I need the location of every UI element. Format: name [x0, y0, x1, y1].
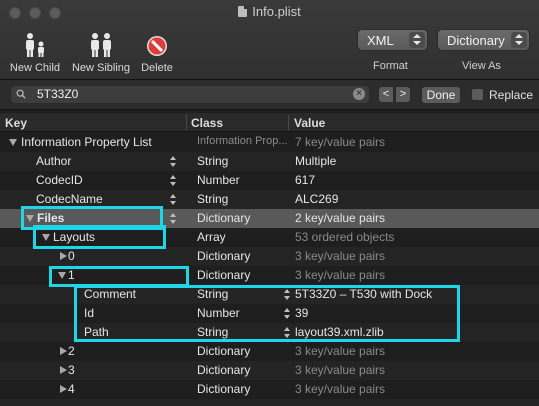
- table-row[interactable]: Layouts Array 53 ordered objects: [0, 228, 539, 247]
- document-icon: [238, 6, 248, 17]
- class-stepper-icon[interactable]: [169, 193, 178, 206]
- find-previous-button[interactable]: <: [378, 86, 394, 103]
- disclosure-expanded-icon[interactable]: [26, 215, 34, 222]
- chevron-updown-icon: [511, 32, 527, 48]
- disclosure-collapsed-icon[interactable]: [60, 252, 67, 260]
- table-row-selected[interactable]: Files Dictionary 2 key/value pairs: [0, 209, 539, 228]
- table-row[interactable]: CodecID Number 617: [0, 171, 539, 190]
- replace-label: Replace: [489, 88, 534, 102]
- view-as-select[interactable]: Dictionary: [437, 29, 530, 51]
- format-select[interactable]: XML: [357, 29, 428, 51]
- delete-button[interactable]: Delete: [138, 30, 176, 74]
- column-divider[interactable]: [186, 115, 187, 130]
- column-value[interactable]: Value: [294, 116, 325, 130]
- search-icon: [16, 89, 26, 99]
- table-row[interactable]: 4 Dictionary 3 key/value pairs: [0, 380, 539, 399]
- column-key[interactable]: Key: [5, 116, 27, 130]
- table-row-partial[interactable]: [0, 399, 539, 406]
- new-sibling-icon: [91, 33, 111, 57]
- disclosure-expanded-icon[interactable]: [42, 234, 50, 241]
- table-row[interactable]: Comment String 5T33Z0 – T530 with Dock: [0, 285, 539, 304]
- replace-checkbox[interactable]: [471, 88, 484, 101]
- format-label: Format: [373, 60, 408, 72]
- column-divider[interactable]: [288, 115, 289, 130]
- new-child-button[interactable]: New Child: [6, 30, 64, 74]
- table-header: Key Class Value: [0, 113, 539, 132]
- table-row[interactable]: 3 Dictionary 3 key/value pairs: [0, 361, 539, 380]
- table-row[interactable]: Path String layout39.xml.zlib: [0, 323, 539, 342]
- new-sibling-button[interactable]: New Sibling: [68, 30, 134, 74]
- disclosure-expanded-icon[interactable]: [9, 139, 17, 146]
- column-class[interactable]: Class: [191, 116, 223, 130]
- find-next-button[interactable]: >: [395, 86, 411, 103]
- window-title: Info.plist: [0, 4, 539, 19]
- table-row[interactable]: CodecName String ALC269: [0, 190, 539, 209]
- disclosure-collapsed-icon[interactable]: [60, 347, 67, 355]
- disclosure-collapsed-icon[interactable]: [60, 366, 67, 374]
- view-as-label: View As: [462, 60, 501, 72]
- find-bar: 5T33Z0 × < > Done Replace: [0, 80, 539, 110]
- class-stepper-icon[interactable]: [169, 212, 178, 225]
- table-row[interactable]: Information Property List Information Pr…: [0, 133, 539, 152]
- table-row[interactable]: Id Number 39: [0, 304, 539, 323]
- table-row[interactable]: 2 Dictionary 3 key/value pairs: [0, 342, 539, 361]
- class-stepper-icon[interactable]: [169, 174, 178, 187]
- chevron-updown-icon: [409, 32, 425, 48]
- window-toolbar: Info.plist New Child New Sibling Delete …: [0, 0, 539, 80]
- disclosure-collapsed-icon[interactable]: [60, 385, 67, 393]
- value-stepper-icon[interactable]: [283, 326, 292, 339]
- delete-icon: [147, 36, 167, 56]
- class-stepper-icon[interactable]: [169, 155, 178, 168]
- search-input[interactable]: 5T33Z0 ×: [10, 85, 370, 104]
- disclosure-expanded-icon[interactable]: [58, 272, 66, 279]
- table-row[interactable]: Author String Multiple: [0, 152, 539, 171]
- table-row[interactable]: 1 Dictionary 3 key/value pairs: [0, 266, 539, 285]
- done-button[interactable]: Done: [421, 86, 461, 104]
- value-stepper-icon[interactable]: [283, 307, 292, 320]
- table-row[interactable]: 0 Dictionary 3 key/value pairs: [0, 247, 539, 266]
- value-stepper-icon[interactable]: [283, 288, 292, 301]
- new-child-icon: [26, 33, 44, 57]
- clear-search-icon[interactable]: ×: [353, 88, 365, 100]
